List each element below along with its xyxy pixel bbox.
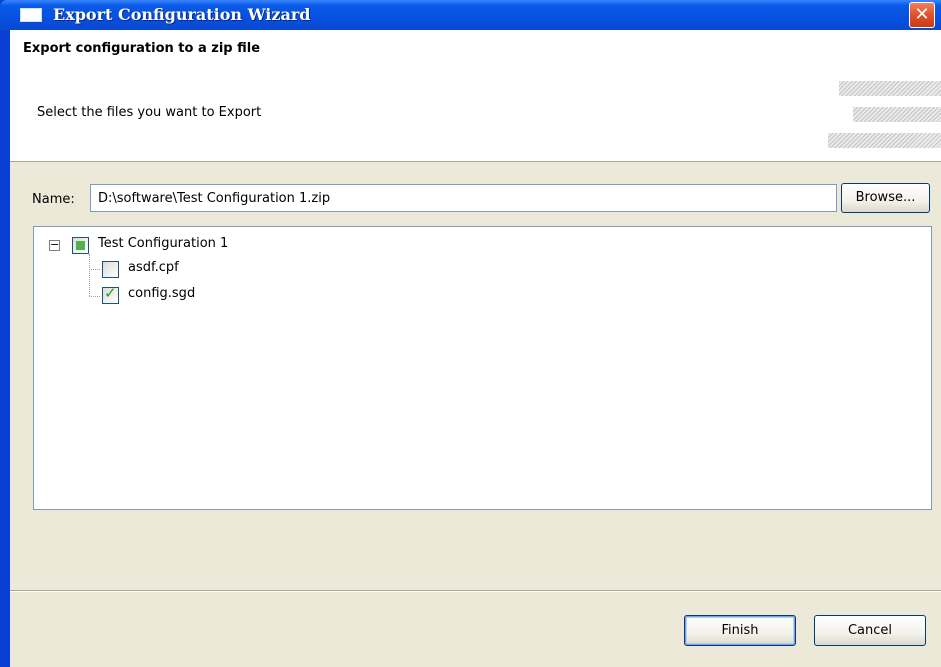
header-banner-pattern <box>839 81 941 96</box>
checkmark-icon: ✓ <box>104 284 117 302</box>
tree-item-label[interactable]: config.sgd <box>128 286 195 301</box>
page-subtitle: Select the files you want to Export <box>37 105 262 120</box>
tree-guide-line <box>89 254 90 296</box>
title-bar[interactable]: Export Configuration Wizard ✕ <box>0 0 941 30</box>
file-name-input[interactable] <box>90 184 837 212</box>
file-tree[interactable]: − Test Configuration 1 asdf.cpf ✓ config… <box>33 226 932 510</box>
header-banner-pattern <box>828 133 941 148</box>
name-label: Name: <box>32 192 75 207</box>
checkbox-icon[interactable]: ✓ <box>102 284 119 304</box>
page-title: Export configuration to a zip file <box>23 41 261 56</box>
browse-button[interactable]: Browse... <box>841 183 930 213</box>
checkbox-icon[interactable] <box>102 261 119 278</box>
tree-root-label[interactable]: Test Configuration 1 <box>98 236 228 251</box>
finish-button[interactable]: Finish <box>684 615 796 646</box>
cancel-button[interactable]: Cancel <box>814 615 926 646</box>
wizard-window: Export Configuration Wizard ✕ Export con… <box>0 0 941 667</box>
tree-guide-line <box>89 296 100 297</box>
header-banner-pattern <box>853 107 941 122</box>
window-icon <box>20 8 42 22</box>
tree-guide-line <box>89 269 100 270</box>
window-title: Export Configuration Wizard <box>53 5 311 24</box>
dialog-body: Export configuration to a zip file Selec… <box>10 30 941 667</box>
checkbox-icon[interactable] <box>72 237 89 254</box>
tree-item-label[interactable]: asdf.cpf <box>128 260 179 275</box>
close-icon[interactable]: ✕ <box>909 2 935 28</box>
wizard-header: Export configuration to a zip file Selec… <box>10 30 941 162</box>
collapse-icon[interactable]: − <box>49 239 60 251</box>
footer-divider <box>10 590 941 592</box>
